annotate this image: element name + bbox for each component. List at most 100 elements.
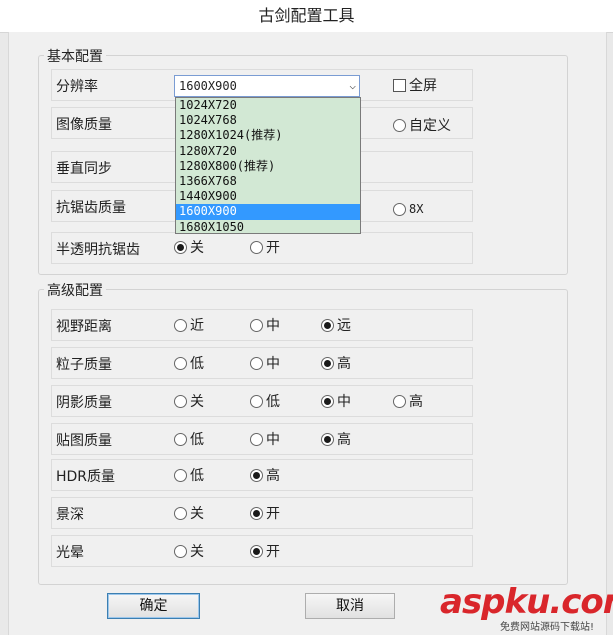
ok-button[interactable]: 确定	[107, 593, 200, 619]
advanced-group-title: 高级配置	[44, 280, 106, 300]
resolution-value: 1600X900	[179, 79, 237, 93]
resolution-option[interactable]: 1280X800(推荐)	[176, 159, 360, 174]
fullscreen-label: 全屏	[409, 78, 437, 94]
shadow-quality-label: 阴影质量	[56, 395, 112, 411]
option-label: 远	[337, 318, 351, 334]
texture-quality-label: 贴图质量	[56, 433, 112, 449]
view-distance-near-radio[interactable]: 近	[174, 315, 204, 335]
window-title: 古剑配置工具	[0, 0, 613, 33]
dof-on-radio[interactable]: 开	[250, 503, 280, 523]
option-label: 关	[190, 544, 204, 560]
radio-icon	[250, 394, 263, 408]
image-quality-label: 图像质量	[56, 117, 112, 133]
resolution-option[interactable]: 1680X1050	[176, 220, 360, 235]
aa-8x-radio[interactable]: 8X	[393, 199, 423, 219]
image-quality-custom-radio[interactable]: 自定义	[393, 115, 451, 135]
option-label: 开	[266, 544, 280, 560]
radio-selected-icon	[321, 394, 334, 408]
checkbox-icon	[393, 78, 406, 92]
cancel-button[interactable]: 取消	[305, 593, 395, 619]
particle-mid-radio[interactable]: 中	[250, 353, 280, 373]
radio-icon	[393, 394, 406, 408]
shadow-low-radio[interactable]: 低	[250, 391, 280, 411]
resolution-option[interactable]: 1280X720	[176, 144, 360, 159]
option-label: 高	[337, 432, 351, 448]
option-label: 低	[266, 394, 280, 410]
resolution-option[interactable]: 1440X900	[176, 189, 360, 204]
shadow-off-radio[interactable]: 关	[174, 391, 204, 411]
radio-icon	[174, 468, 187, 482]
watermark-logo: aspku.com 免费网站源码下载站!	[440, 582, 613, 634]
texture-low-radio[interactable]: 低	[174, 429, 204, 449]
resolution-option[interactable]: 1024X720	[176, 98, 360, 113]
radio-selected-icon	[321, 432, 334, 446]
transparent-aa-on-label: 开	[266, 240, 280, 256]
radio-selected-icon	[321, 318, 334, 332]
resolution-option[interactable]: 1024X768	[176, 113, 360, 128]
radio-selected-icon	[250, 506, 263, 520]
option-label: 开	[266, 506, 280, 522]
shadow-mid-radio[interactable]: 中	[321, 391, 351, 411]
radio-icon	[250, 356, 263, 370]
radio-icon	[174, 544, 187, 558]
particle-low-radio[interactable]: 低	[174, 353, 204, 373]
radio-icon	[393, 202, 406, 216]
option-label: 高	[337, 356, 351, 372]
vsync-label: 垂直同步	[56, 161, 112, 177]
chevron-down-icon[interactable]: ⌵	[349, 76, 356, 96]
radio-icon	[250, 240, 263, 254]
transparent-aa-off-label: 关	[190, 240, 204, 256]
option-label: 中	[337, 394, 351, 410]
resolution-select[interactable]: 1600X900 ⌵	[174, 75, 360, 97]
aa-8x-label: 8X	[409, 202, 424, 216]
resolution-option[interactable]: 1366X768	[176, 174, 360, 189]
resolution-option-selected[interactable]: 1600X900	[176, 204, 360, 220]
hdr-high-radio[interactable]: 高	[250, 465, 280, 485]
hdr-low-radio[interactable]: 低	[174, 465, 204, 485]
depth-of-field-label: 景深	[56, 507, 84, 523]
option-label: 中	[266, 356, 280, 372]
option-label: 中	[266, 318, 280, 334]
view-distance-label: 视野距离	[56, 319, 112, 335]
particle-quality-label: 粒子质量	[56, 357, 112, 373]
watermark-text: aspku.com	[440, 582, 613, 622]
radio-selected-icon	[250, 544, 263, 558]
particle-high-radio[interactable]: 高	[321, 353, 351, 373]
fullscreen-checkbox[interactable]: 全屏	[393, 75, 437, 95]
option-label: 关	[190, 506, 204, 522]
option-label: 低	[190, 432, 204, 448]
radio-selected-icon	[250, 468, 263, 482]
radio-icon	[174, 318, 187, 332]
image-quality-custom-label: 自定义	[409, 118, 451, 134]
transparent-aa-on-radio[interactable]: 开	[250, 237, 280, 257]
bloom-on-radio[interactable]: 开	[250, 541, 280, 561]
texture-mid-radio[interactable]: 中	[250, 429, 280, 449]
hdr-quality-label: HDR质量	[56, 469, 116, 485]
aa-label: 抗锯齿质量	[56, 200, 126, 216]
radio-icon	[174, 394, 187, 408]
option-label: 高	[409, 394, 423, 410]
option-label: 高	[266, 468, 280, 484]
transparent-aa-off-radio[interactable]: 关	[174, 237, 204, 257]
radio-icon	[174, 356, 187, 370]
texture-high-radio[interactable]: 高	[321, 429, 351, 449]
dof-off-radio[interactable]: 关	[174, 503, 204, 523]
resolution-option[interactable]: 1280X1024(推荐)	[176, 128, 360, 143]
radio-selected-icon	[321, 356, 334, 370]
transparent-aa-label: 半透明抗锯齿	[56, 242, 140, 258]
option-label: 关	[190, 394, 204, 410]
radio-icon	[250, 318, 263, 332]
option-label: 近	[190, 318, 204, 334]
radio-icon	[393, 118, 406, 132]
option-label: 低	[190, 468, 204, 484]
shadow-high-radio[interactable]: 高	[393, 391, 423, 411]
option-label: 低	[190, 356, 204, 372]
watermark-subtext: 免费网站源码下载站!	[500, 622, 595, 633]
radio-selected-icon	[174, 240, 187, 254]
option-label: 中	[266, 432, 280, 448]
view-distance-mid-radio[interactable]: 中	[250, 315, 280, 335]
resolution-dropdown-list[interactable]: 1024X720 1024X768 1280X1024(推荐) 1280X720…	[175, 97, 361, 234]
bloom-off-radio[interactable]: 关	[174, 541, 204, 561]
view-distance-far-radio[interactable]: 远	[321, 315, 351, 335]
radio-icon	[174, 506, 187, 520]
